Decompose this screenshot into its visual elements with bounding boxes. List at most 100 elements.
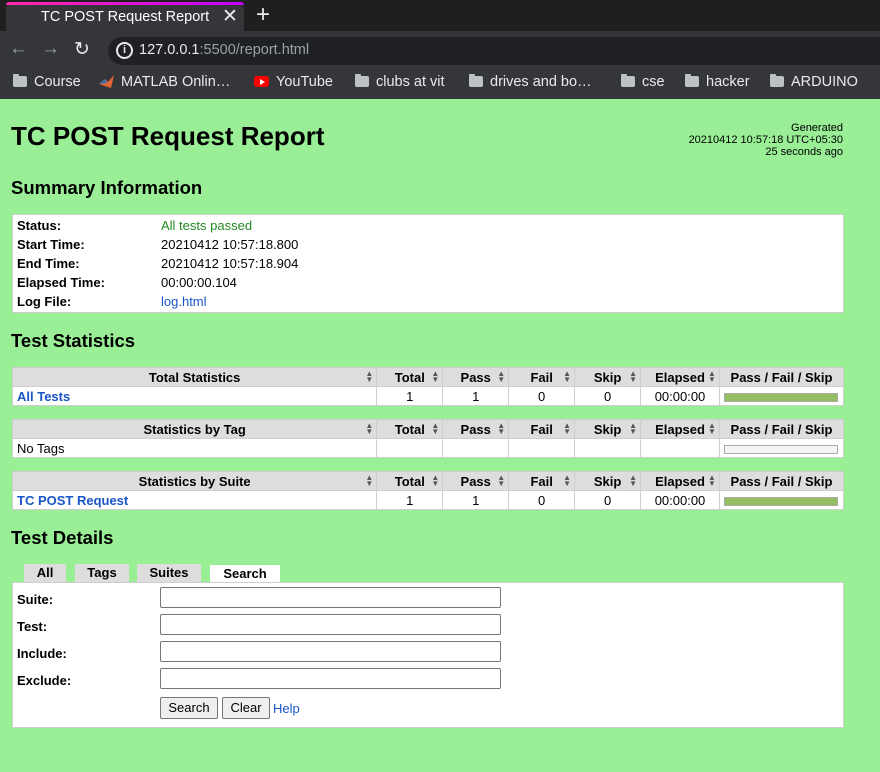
sort-icon: ▲ ▼ [708, 421, 716, 436]
sort-icon: ▲ ▼ [497, 473, 506, 488]
column-header-fail[interactable]: Fail ▲ ▼ [508, 419, 576, 439]
column-header-graph: Pass / Fail / Skip [718, 367, 845, 387]
log-file-link[interactable]: log.html [161, 292, 207, 311]
sort-icon: ▲ ▼ [365, 369, 374, 384]
stat-name-cell: TC POST Request [11, 490, 378, 510]
sort-icon: ▲ ▼ [365, 421, 374, 436]
details-heading: Test Details [11, 527, 114, 548]
folder-icon [355, 74, 369, 87]
column-header-name[interactable]: Statistics by Suite ▲ ▼ [11, 471, 378, 491]
column-header-pass[interactable]: Pass ▲ ▼ [442, 471, 510, 491]
help-link[interactable]: Help [273, 701, 300, 716]
bookmark-hacker[interactable]: hacker [685, 74, 750, 90]
search-button[interactable]: Search [160, 697, 218, 719]
suite-input[interactable] [160, 587, 501, 608]
pass-fail-skip-bar [724, 392, 839, 402]
sort-icon: ▲ ▼ [563, 369, 572, 384]
sort-icon: ▲ ▼ [629, 369, 638, 384]
sort-icon: ▲ ▼ [563, 421, 572, 436]
back-icon[interactable]: ← [9, 38, 28, 60]
summary-label: Start Time: [17, 237, 85, 252]
browser-toolbar: ← → ↻ i 127.0.0.1:5500/report.html [0, 31, 880, 68]
forward-icon[interactable]: → [41, 38, 60, 60]
stat-elapsed: 00:00:00 [640, 490, 720, 510]
test-label: Test: [17, 619, 48, 634]
column-header-fail[interactable]: Fail ▲ ▼ [508, 471, 576, 491]
tab-all[interactable]: All [24, 564, 66, 582]
generated-info: Generated 20210412 10:57:18 UTC+05:30 25… [689, 122, 843, 158]
address-bar[interactable]: i 127.0.0.1:5500/report.html [108, 37, 880, 65]
column-header-elapsed[interactable]: Elapsed ▲ ▼ [640, 419, 720, 439]
exclude-label: Exclude: [17, 673, 72, 688]
column-header-total[interactable]: Total ▲ ▼ [376, 419, 444, 439]
column-header-total[interactable]: Total ▲ ▼ [376, 367, 444, 387]
bookmark-youtube[interactable]: YouTube [254, 74, 333, 90]
status-value: All tests passed [161, 218, 253, 233]
table-row: All Tests 1 1 0 0 00:00:00 [11, 386, 845, 406]
stat-total: 1 [376, 490, 444, 510]
sort-icon: ▲ ▼ [629, 421, 638, 436]
browser-tab-bar: TC POST Request Report ✕ + [0, 0, 880, 31]
tab-accent [6, 2, 244, 5]
bookmark-clubs[interactable]: clubs at vit [355, 74, 445, 90]
include-input[interactable] [160, 641, 501, 662]
new-tab-icon[interactable]: + [256, 1, 270, 29]
sort-icon: ▲ ▼ [365, 473, 374, 488]
bookmark-drives[interactable]: drives and bo… [469, 74, 592, 90]
summary-panel: Status: All tests passed Start Time: 202… [12, 214, 844, 313]
stat-elapsed [640, 438, 720, 458]
stat-pass: 1 [442, 490, 510, 510]
sort-icon: ▲ ▼ [431, 369, 440, 384]
stat-fail: 0 [508, 490, 576, 510]
summary-label: End Time: [17, 256, 80, 271]
stat-name-cell: No Tags [11, 438, 378, 458]
bookmark-matlab[interactable]: MATLAB Onlin… [99, 74, 230, 90]
pass-fail-skip-bar [724, 496, 839, 506]
tab-title: TC POST Request Report [41, 9, 210, 25]
column-header-elapsed[interactable]: Elapsed ▲ ▼ [640, 367, 720, 387]
info-icon[interactable]: i [116, 42, 133, 59]
column-header-graph: Pass / Fail / Skip [718, 419, 845, 439]
column-header-skip[interactable]: Skip ▲ ▼ [574, 471, 642, 491]
close-icon[interactable]: ✕ [222, 5, 238, 28]
column-header-fail[interactable]: Fail ▲ ▼ [508, 367, 576, 387]
exclude-input[interactable] [160, 668, 501, 689]
sort-icon: ▲ ▼ [431, 421, 440, 436]
all-tests-link[interactable]: All Tests [17, 389, 70, 404]
suite-statistics-table: Statistics by Suite ▲ ▼ Total ▲ ▼ Pass ▲ ▼ Fai… [11, 471, 845, 510]
bookmark-cse[interactable]: cse [621, 74, 665, 90]
report-page: TC POST Request Report Generated 2021041… [0, 99, 880, 772]
column-header-total[interactable]: Total ▲ ▼ [376, 471, 444, 491]
test-input[interactable] [160, 614, 501, 635]
suite-link[interactable]: TC POST Request [17, 493, 128, 508]
sort-icon: ▲ ▼ [708, 369, 716, 384]
clear-button[interactable]: Clear [222, 697, 270, 719]
tag-statistics-table: Statistics by Tag ▲ ▼ Total ▲ ▼ Pass ▲ ▼ Fail ▲… [11, 419, 845, 458]
tab-suites[interactable]: Suites [137, 564, 201, 582]
stat-graph [718, 438, 845, 458]
bookmark-arduino[interactable]: ARDUINO [770, 74, 858, 90]
pass-bar-fill [725, 393, 838, 401]
generated-time: 20210412 10:57:18 UTC+05:30 [688, 134, 843, 146]
folder-icon [770, 74, 784, 87]
folder-icon [621, 74, 635, 87]
column-header-skip[interactable]: Skip ▲ ▼ [574, 367, 642, 387]
statistics-heading: Test Statistics [11, 330, 136, 351]
elapsed-time-value: 00:00:00.104 [161, 275, 237, 290]
browser-tab[interactable]: TC POST Request Report ✕ [6, 2, 244, 31]
pass-fail-skip-bar [724, 444, 839, 454]
tab-tags[interactable]: Tags [75, 564, 129, 582]
table-row: No Tags [11, 438, 845, 458]
stat-fail [508, 438, 576, 458]
column-header-skip[interactable]: Skip ▲ ▼ [574, 419, 642, 439]
column-header-pass[interactable]: Pass ▲ ▼ [442, 367, 510, 387]
column-header-elapsed[interactable]: Elapsed ▲ ▼ [640, 471, 720, 491]
search-panel: Suite: Test: Include: Exclude: Search Cl… [12, 582, 844, 728]
sort-icon: ▲ ▼ [497, 369, 506, 384]
reload-icon[interactable]: ↻ [74, 38, 90, 61]
column-header-name[interactable]: Total Statistics ▲ ▼ [11, 367, 378, 387]
column-header-name[interactable]: Statistics by Tag ▲ ▼ [11, 419, 378, 439]
table-row: TC POST Request 1 1 0 0 00:00:00 [11, 490, 845, 510]
column-header-pass[interactable]: Pass ▲ ▼ [442, 419, 510, 439]
bookmark-course[interactable]: Course [13, 74, 81, 90]
